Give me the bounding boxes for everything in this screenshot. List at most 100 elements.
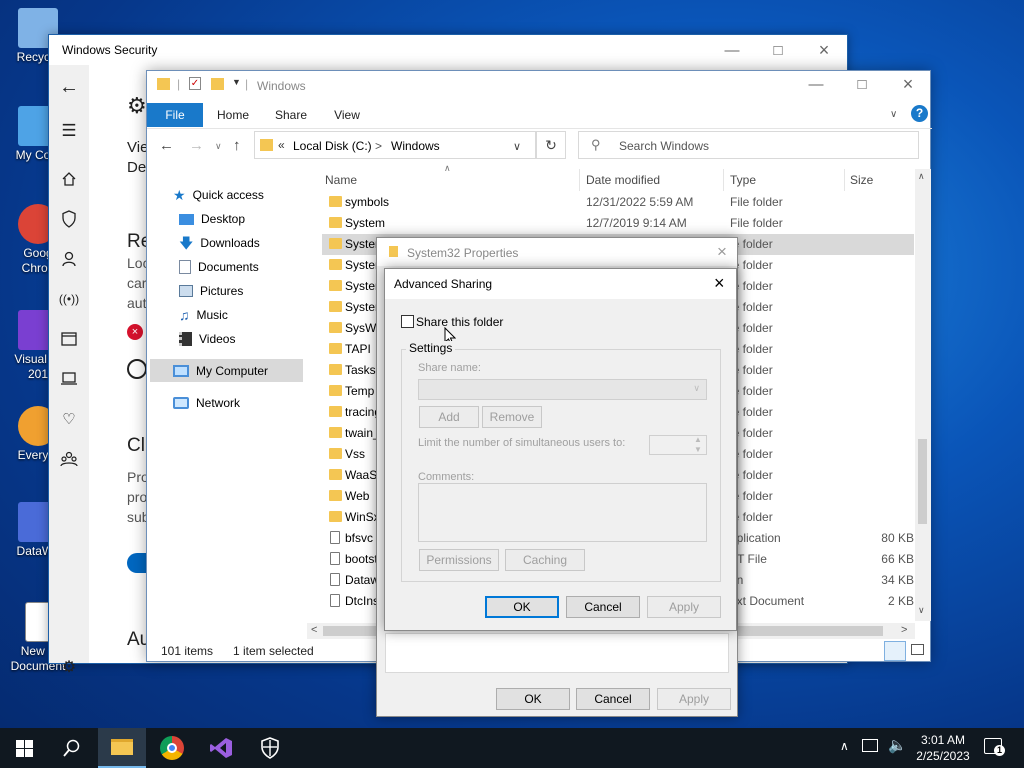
star-icon: ★	[173, 187, 186, 203]
address-segment-folder[interactable]: Windows	[391, 139, 440, 153]
advanced-apply-button[interactable]: Apply	[647, 596, 721, 618]
search-button[interactable]	[48, 728, 96, 768]
nav-desktop[interactable]: Desktop	[179, 208, 245, 230]
ribbon-tab-file[interactable]: File	[147, 103, 203, 127]
spin-down-icon[interactable]: ▼	[694, 445, 702, 454]
advanced-cancel-button[interactable]: Cancel	[566, 596, 640, 618]
nav-quick-access[interactable]: ★ Quick access	[173, 184, 264, 206]
scroll-down-icon[interactable]: ∨	[918, 605, 925, 616]
address-overflow[interactable]: «	[278, 138, 285, 152]
search-box[interactable]: ⚲ Search Windows	[578, 131, 919, 159]
folder-icon	[329, 217, 342, 228]
advanced-ok-button[interactable]: OK	[485, 596, 559, 618]
network-tray-icon[interactable]	[862, 739, 878, 752]
help-icon[interactable]: ?	[911, 105, 928, 122]
permissions-button[interactable]: Permissions	[419, 549, 499, 571]
nav-network[interactable]: Network	[173, 392, 240, 414]
minimize-button[interactable]: —	[709, 35, 755, 65]
column-header-date[interactable]: Date modified	[586, 173, 660, 187]
firewall-network-icon[interactable]: ((•))	[57, 287, 81, 311]
account-icon[interactable]	[57, 247, 81, 271]
column-header-type[interactable]: Type	[730, 173, 756, 187]
up-arrow-icon[interactable]: ↑	[233, 137, 241, 154]
column-header-size[interactable]: Size	[850, 173, 873, 187]
forward-arrow-icon[interactable]: →	[189, 137, 204, 154]
comments-textarea[interactable]	[418, 483, 707, 542]
address-separator[interactable]: >	[375, 139, 382, 153]
home-icon[interactable]	[57, 167, 81, 191]
maximize-button[interactable]: □	[839, 69, 885, 99]
table-row[interactable]: symbols 12/31/2022 5:59 AM File folder	[322, 192, 914, 213]
settings-gear-icon[interactable]: ⚙	[57, 655, 81, 679]
close-button[interactable]: ×	[717, 242, 727, 262]
properties-cancel-button[interactable]: Cancel	[576, 688, 650, 710]
folder-icon	[329, 364, 342, 375]
taskbar-chrome[interactable]	[148, 728, 196, 768]
folder-icon	[260, 139, 273, 151]
nav-music[interactable]: ♫ Music	[179, 304, 228, 326]
share-folder-label[interactable]: Share this folder	[416, 315, 503, 329]
close-button[interactable]: ×	[885, 69, 931, 99]
address-dropdown-icon[interactable]: ∨	[513, 140, 521, 153]
taskbar-windows-security[interactable]	[246, 728, 294, 768]
start-button[interactable]	[0, 728, 48, 768]
notifications-icon[interactable]: 1	[984, 738, 1005, 756]
health-icon[interactable]: ♡	[57, 407, 81, 431]
large-icons-view-icon[interactable]	[911, 644, 924, 655]
back-arrow-icon[interactable]: ←	[57, 75, 81, 99]
cell-name: WaaS	[345, 468, 378, 482]
ribbon-tab-view[interactable]: View	[323, 103, 371, 127]
scroll-right-icon[interactable]: >	[901, 624, 907, 636]
menu-icon[interactable]: ☰	[57, 119, 81, 143]
table-row[interactable]: System 12/7/2019 9:14 AM File folder	[322, 213, 914, 234]
remove-button[interactable]: Remove	[482, 406, 542, 428]
back-arrow-icon[interactable]: ←	[159, 137, 174, 154]
volume-icon[interactable]: 🔈	[888, 736, 907, 754]
add-button[interactable]: Add	[419, 406, 479, 428]
spin-up-icon[interactable]: ▲	[694, 435, 702, 444]
family-icon[interactable]	[57, 447, 81, 471]
chevron-down-icon: ∨	[693, 383, 700, 393]
device-security-icon[interactable]	[57, 367, 81, 391]
user-limit-spinner[interactable]: ▲ ▼	[649, 435, 707, 455]
system-clock[interactable]: 3:01 AM 2/25/2023	[912, 732, 974, 764]
properties-ok-button[interactable]: OK	[496, 688, 570, 710]
scroll-thumb[interactable]	[918, 439, 927, 524]
toggle-icon[interactable]	[127, 359, 147, 379]
maximize-button[interactable]: □	[755, 35, 801, 65]
close-button[interactable]: ×	[714, 273, 725, 294]
nav-my-computer[interactable]: My Computer	[173, 360, 268, 382]
shield-icon[interactable]	[57, 207, 81, 231]
taskbar-file-explorer[interactable]	[98, 728, 146, 768]
caching-button[interactable]: Caching	[505, 549, 585, 571]
ribbon-tab-share[interactable]: Share	[267, 103, 315, 127]
details-view-icon[interactable]	[884, 641, 906, 661]
gear-icon: ⚙	[127, 93, 147, 118]
nav-downloads[interactable]: 🡇 Downloads	[179, 232, 260, 254]
nav-pictures[interactable]: Pictures	[179, 280, 243, 302]
app-browser-icon[interactable]	[57, 327, 81, 351]
scroll-left-icon[interactable]: <	[311, 624, 317, 636]
column-header-name[interactable]: Name	[325, 173, 357, 187]
close-button[interactable]: ×	[801, 35, 847, 65]
tray-chevron-up-icon[interactable]: ∧	[840, 739, 849, 753]
properties-apply-button[interactable]: Apply	[657, 688, 731, 710]
share-name-combobox[interactable]: ∨	[418, 379, 707, 400]
scroll-up-icon[interactable]: ∧	[918, 171, 925, 182]
nav-videos[interactable]: Videos	[179, 328, 235, 350]
vertical-scrollbar[interactable]: ∧ ∨	[915, 169, 931, 621]
folder-icon	[329, 490, 342, 501]
address-bar[interactable]: « Local Disk (C:) > Windows ∨	[254, 131, 536, 159]
ribbon-tab-home[interactable]: Home	[209, 103, 257, 127]
recent-dropdown-icon[interactable]: ∨	[215, 141, 222, 152]
nav-documents[interactable]: Documents	[179, 256, 259, 278]
new-folder-icon[interactable]	[211, 78, 224, 90]
qat-dropdown-icon[interactable]: ▼	[232, 77, 241, 87]
refresh-icon[interactable]: ↻	[536, 131, 566, 159]
properties-icon[interactable]: ✓	[189, 77, 201, 90]
address-segment-drive[interactable]: Local Disk (C:)	[293, 139, 372, 153]
ribbon-expand-icon[interactable]: ∨	[890, 109, 897, 120]
minimize-button[interactable]: —	[793, 69, 839, 99]
share-folder-checkbox[interactable]	[401, 315, 414, 328]
taskbar-visual-studio[interactable]	[197, 728, 245, 768]
